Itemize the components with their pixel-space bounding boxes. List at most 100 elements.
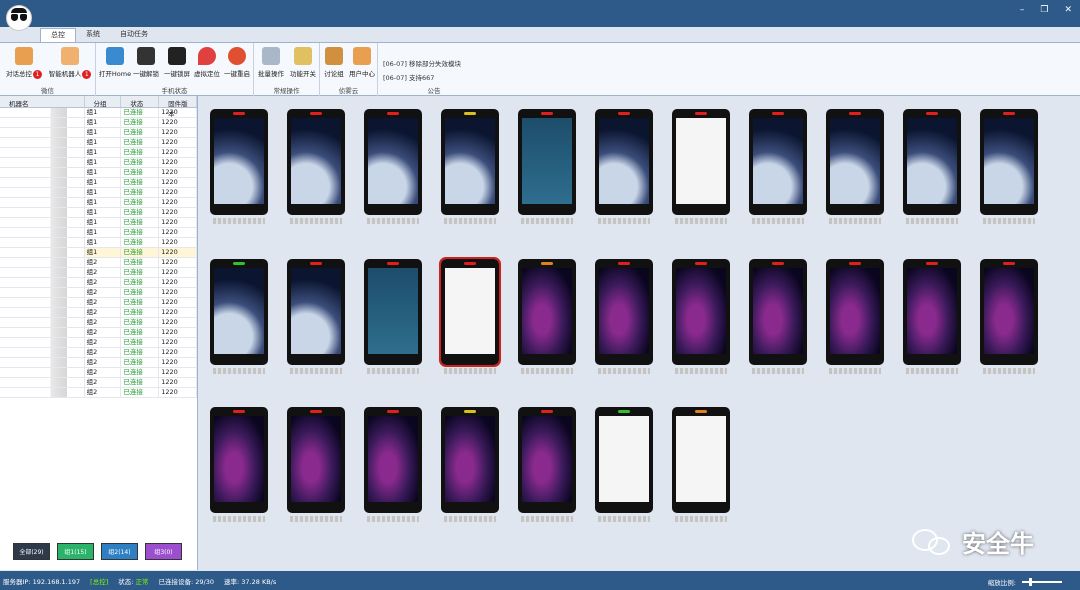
phone-display[interactable] — [907, 268, 957, 354]
phone-screen[interactable] — [595, 407, 653, 522]
table-row[interactable]: 组1 已连接 1220 — [0, 168, 197, 178]
phone-screen[interactable] — [903, 259, 961, 374]
table-row[interactable]: 组2 已连接 1220 — [0, 358, 197, 368]
filter-all-button[interactable]: 全部(29) — [12, 542, 51, 561]
table-row[interactable]: 组2 已连接 1220 — [0, 278, 197, 288]
phone-display[interactable] — [830, 268, 880, 354]
phone-screen[interactable] — [749, 259, 807, 374]
phone-display[interactable] — [753, 118, 803, 204]
filter-group2-button[interactable]: 组2(14) — [101, 543, 138, 560]
phone-screen[interactable] — [672, 259, 730, 374]
phone-screen[interactable] — [287, 407, 345, 522]
phone-display[interactable] — [291, 416, 341, 502]
phone-screen[interactable] — [672, 407, 730, 522]
phone-display[interactable] — [214, 268, 264, 354]
phone-screen[interactable] — [210, 259, 268, 374]
phone-display[interactable] — [599, 416, 649, 502]
table-row[interactable]: 组2 已连接 1220 — [0, 288, 197, 298]
phone-screen[interactable] — [749, 109, 807, 224]
phone-screen[interactable] — [364, 109, 422, 224]
close-icon[interactable]: ✕ — [1064, 5, 1072, 15]
phone-display[interactable] — [214, 416, 264, 502]
zoom-slider-knob[interactable] — [1029, 578, 1033, 586]
phone-screen[interactable] — [287, 259, 345, 374]
phone-display[interactable] — [676, 416, 726, 502]
phone-display[interactable] — [522, 118, 572, 204]
phone-display[interactable] — [445, 268, 495, 354]
phone-display[interactable] — [368, 416, 418, 502]
table-row[interactable]: 组1 已连接 1220 — [0, 128, 197, 138]
announcement-item[interactable]: [06-07] 支持667 — [383, 71, 461, 85]
phone-screen[interactable] — [441, 109, 499, 224]
table-row[interactable]: 组2 已连接 1220 — [0, 268, 197, 278]
announcement-item[interactable]: [06-07] 移除部分失效模块 — [383, 57, 461, 71]
phone-screen[interactable] — [595, 259, 653, 374]
virtual-location-button[interactable]: 虚拟定位 — [190, 47, 224, 78]
phone-screen[interactable] — [672, 109, 730, 224]
table-row[interactable]: 组1 已连接 1220 — [0, 198, 197, 208]
lock-screen-button[interactable]: 一键锁屏 — [160, 47, 194, 78]
col-machine-name[interactable]: 机器名 — [0, 96, 85, 108]
phone-screen[interactable] — [518, 259, 576, 374]
phone-screen[interactable] — [980, 109, 1038, 224]
table-row[interactable]: 组1 已连接 1220 — [0, 228, 197, 238]
table-row[interactable]: 组2 已连接 1220 — [0, 378, 197, 388]
phone-display[interactable] — [599, 268, 649, 354]
table-row[interactable]: 组1 已连接 1220 — [0, 188, 197, 198]
tab-master-control[interactable]: 总控 — [40, 28, 76, 42]
phone-screen[interactable] — [518, 109, 576, 224]
col-group[interactable]: 分组 — [85, 96, 122, 108]
phone-display[interactable] — [445, 118, 495, 204]
phone-display[interactable] — [753, 268, 803, 354]
phone-display[interactable] — [368, 268, 418, 354]
table-row[interactable]: 组2 已连接 1220 — [0, 348, 197, 358]
phone-screen[interactable] — [364, 259, 422, 374]
phone-screen[interactable] — [364, 407, 422, 522]
phone-screen[interactable] — [439, 257, 501, 374]
table-row[interactable]: 组1 已连接 1220 — [0, 148, 197, 158]
phone-screen[interactable] — [441, 407, 499, 522]
col-status[interactable]: 状态 — [121, 96, 160, 108]
phone-display[interactable] — [214, 118, 264, 204]
phone-display[interactable] — [291, 118, 341, 204]
table-row[interactable]: 组1 已连接 1220 — [0, 118, 197, 128]
phone-screen[interactable] — [595, 109, 653, 224]
table-row[interactable]: 组1 已连接 1220 — [0, 208, 197, 218]
table-row[interactable]: 组2 已连接 1220 — [0, 308, 197, 318]
phone-screen[interactable] — [210, 407, 268, 522]
table-row[interactable]: 组1 已连接 1220 — [0, 138, 197, 148]
phone-display[interactable] — [291, 268, 341, 354]
phone-display[interactable] — [368, 118, 418, 204]
phone-screen[interactable] — [287, 109, 345, 224]
phone-display[interactable] — [984, 118, 1034, 204]
tab-system[interactable]: 系统 — [76, 28, 110, 42]
phone-display[interactable] — [599, 118, 649, 204]
restore-icon[interactable]: ❐ — [1040, 5, 1048, 15]
phone-display[interactable] — [907, 118, 957, 204]
phone-display[interactable] — [676, 268, 726, 354]
open-home-button[interactable]: 打开Home — [98, 47, 132, 78]
phone-display[interactable] — [984, 268, 1034, 354]
feature-switch-button[interactable]: 功能开关 — [286, 47, 320, 78]
col-firmware[interactable]: 固件版本 — [159, 96, 197, 118]
table-row[interactable]: 组2 已连接 1220 — [0, 368, 197, 378]
reboot-button[interactable]: 一键重启 — [220, 47, 254, 78]
zoom-slider[interactable] — [1022, 578, 1062, 586]
phone-screen[interactable] — [903, 109, 961, 224]
table-row[interactable]: 组2 已连接 1220 — [0, 258, 197, 268]
batch-operation-button[interactable]: 批量操作 — [254, 47, 288, 78]
table-row[interactable]: 组2 已连接 1220 — [0, 298, 197, 308]
unlock-button[interactable]: 一键解锁 — [129, 47, 163, 78]
tab-auto-task[interactable]: 自动任务 — [110, 28, 158, 42]
phone-screen[interactable] — [826, 109, 884, 224]
filter-group1-button[interactable]: 组1(15) — [57, 543, 94, 560]
table-row[interactable]: 组1 已连接 1220 — [0, 108, 197, 118]
table-row[interactable]: 组2 已连接 1220 — [0, 318, 197, 328]
dialog-control-button[interactable]: 对话总控 1 — [2, 47, 46, 79]
minimize-icon[interactable]: – — [1020, 5, 1025, 15]
user-center-button[interactable]: 用户中心 — [345, 47, 379, 78]
table-row[interactable]: 组2 已连接 1220 — [0, 338, 197, 348]
table-row[interactable]: 组1 已连接 1220 — [0, 248, 197, 258]
phone-display[interactable] — [445, 416, 495, 502]
table-row[interactable]: 组1 已连接 1220 — [0, 238, 197, 248]
